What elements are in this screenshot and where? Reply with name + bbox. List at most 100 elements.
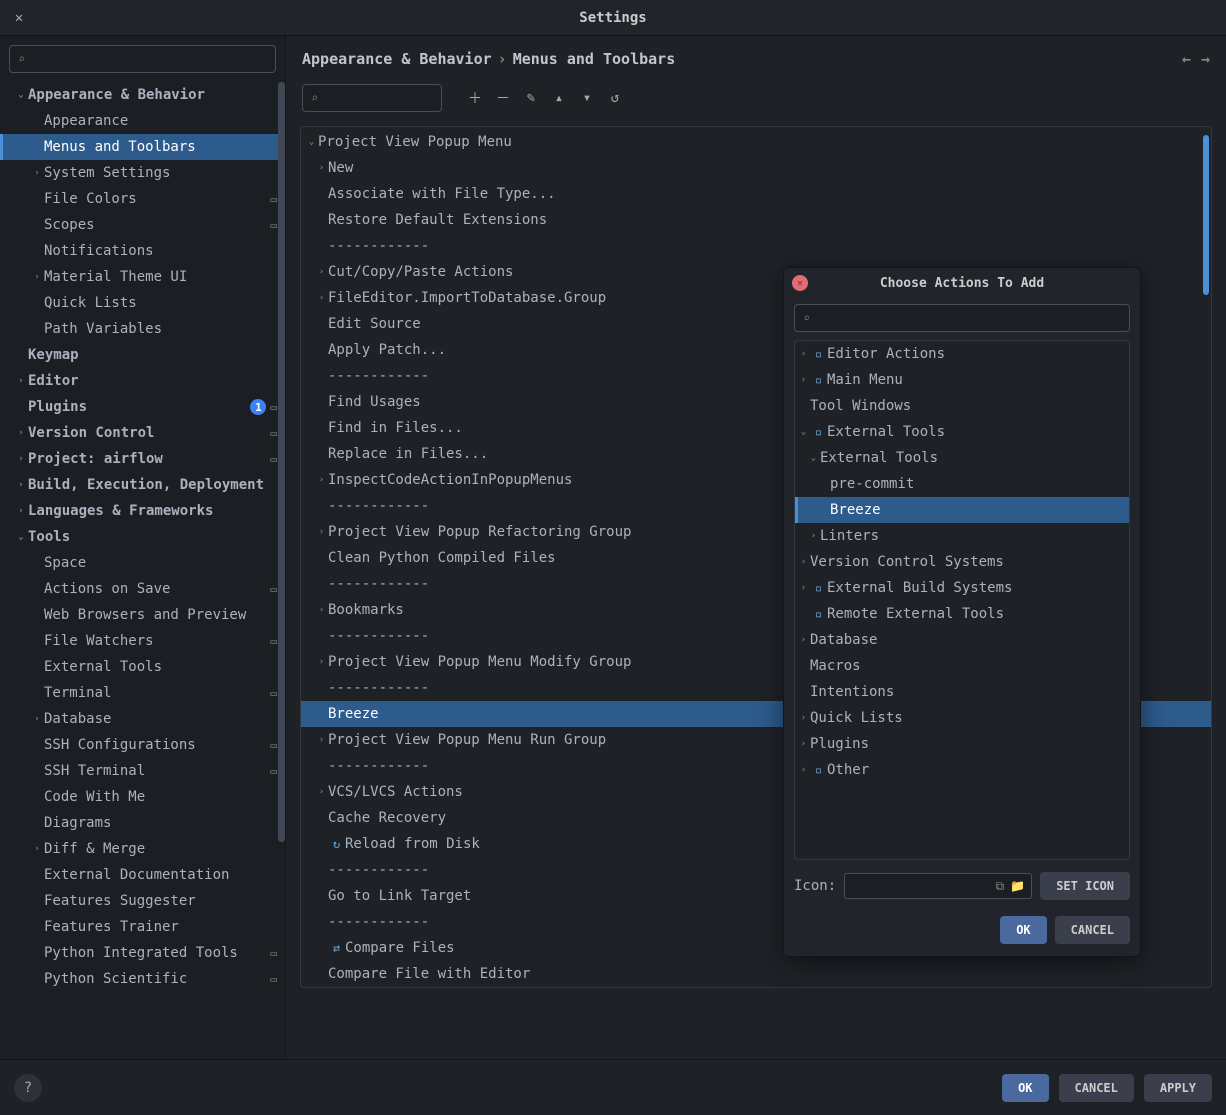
sidebar-item[interactable]: Quick Lists	[0, 290, 285, 316]
sidebar-item[interactable]: Keymap	[0, 342, 285, 368]
modal-close-icon[interactable]: ✕	[792, 275, 808, 291]
edit-action-button[interactable]: ✎	[520, 87, 542, 109]
close-icon[interactable]: ✕	[8, 7, 30, 29]
action-tree-item[interactable]: ›▫Main Menu	[795, 367, 1129, 393]
sidebar-item[interactable]: File Watchers▭	[0, 628, 285, 654]
menu-tree-item[interactable]: Compare File with Editor	[301, 961, 1211, 987]
window-title: Settings	[579, 10, 646, 26]
sidebar-scrollbar[interactable]	[278, 82, 285, 842]
settings-sidebar: ⌕ ⌄Appearance & BehaviorAppearanceMenus …	[0, 36, 286, 1059]
menu-item-label: FileEditor.ImportToDatabase.Group	[328, 290, 606, 306]
move-down-button[interactable]: ▾	[576, 87, 598, 109]
action-tree-item[interactable]: pre-commit	[795, 471, 1129, 497]
sidebar-item[interactable]: ⌄Appearance & Behavior	[0, 82, 285, 108]
sidebar-item[interactable]: Notifications	[0, 238, 285, 264]
sidebar-item[interactable]: ›Diff & Merge	[0, 836, 285, 862]
folder-icon[interactable]: 📁	[1010, 879, 1025, 893]
menu-search-input[interactable]: ⌕	[302, 84, 442, 112]
chevron-icon: ⌄	[14, 532, 28, 542]
action-tree-item[interactable]: ⌄▫External Tools	[795, 419, 1129, 445]
sidebar-item[interactable]: Space	[0, 550, 285, 576]
move-up-button[interactable]: ▴	[548, 87, 570, 109]
copy-icon[interactable]: ⧉	[996, 879, 1005, 894]
sidebar-item[interactable]: SSH Configurations▭	[0, 732, 285, 758]
action-tree-item[interactable]: ›Quick Lists	[795, 705, 1129, 731]
sidebar-item[interactable]: ⌄Tools	[0, 524, 285, 550]
reset-button[interactable]: ↺	[604, 87, 626, 109]
cancel-button[interactable]: CANCEL	[1059, 1074, 1134, 1102]
action-tree-item[interactable]: ›Version Control Systems	[795, 549, 1129, 575]
sidebar-item[interactable]: ›Build, Execution, Deployment	[0, 472, 285, 498]
sidebar-item-label: Scopes	[44, 217, 270, 233]
chevron-icon: ›	[797, 557, 810, 567]
sidebar-item[interactable]: Scopes▭	[0, 212, 285, 238]
action-tree-item[interactable]: Breeze	[795, 497, 1129, 523]
icon-input[interactable]: ⧉ 📁	[844, 873, 1032, 899]
action-tree-item[interactable]: ›▫Other	[795, 757, 1129, 783]
sidebar-item[interactable]: ›System Settings	[0, 160, 285, 186]
modal-search-input[interactable]: ⌕	[794, 304, 1130, 332]
remove-action-button[interactable]: －	[492, 87, 514, 109]
action-tree-item[interactable]: ›Database	[795, 627, 1129, 653]
sidebar-item[interactable]: Plugins1▭	[0, 394, 285, 420]
sidebar-item[interactable]: Menus and Toolbars	[0, 134, 285, 160]
sidebar-item[interactable]: ›Project: airflow▭	[0, 446, 285, 472]
sidebar-item[interactable]: ›Editor	[0, 368, 285, 394]
sidebar-item-label: Keymap	[28, 347, 285, 363]
add-action-button[interactable]: ＋	[464, 87, 486, 109]
action-tree-item[interactable]: ›Plugins	[795, 731, 1129, 757]
chevron-icon: ⌄	[305, 137, 318, 147]
sidebar-item[interactable]: SSH Terminal▭	[0, 758, 285, 784]
menu-scrollbar[interactable]	[1203, 135, 1209, 295]
action-tree-item[interactable]: Tool Windows	[795, 393, 1129, 419]
menu-tree-item[interactable]: Restore Default Extensions	[301, 207, 1211, 233]
sidebar-item[interactable]: Diagrams	[0, 810, 285, 836]
sidebar-item[interactable]: ›Material Theme UI	[0, 264, 285, 290]
set-icon-button[interactable]: SET ICON	[1040, 872, 1130, 900]
sidebar-item[interactable]: Actions on Save▭	[0, 576, 285, 602]
menu-tree-item[interactable]: ⌄Project View Popup Menu	[301, 129, 1211, 155]
action-tree-item[interactable]: ⌄External Tools	[795, 445, 1129, 471]
action-tree-item[interactable]: Intentions	[795, 679, 1129, 705]
ok-button[interactable]: OK	[1002, 1074, 1048, 1102]
chevron-icon: ›	[315, 657, 328, 667]
menu-item-label: ------------	[328, 368, 429, 384]
sidebar-item[interactable]: Path Variables	[0, 316, 285, 342]
sidebar-item[interactable]: Features Suggester	[0, 888, 285, 914]
menu-tree-item[interactable]: ›New	[301, 155, 1211, 181]
sidebar-item[interactable]: External Tools	[0, 654, 285, 680]
action-tree-item[interactable]: ▫Remote External Tools	[795, 601, 1129, 627]
menu-separator[interactable]: ------------	[301, 233, 1211, 259]
sidebar-search-input[interactable]: ⌕	[9, 45, 276, 73]
sidebar-item[interactable]: Code With Me	[0, 784, 285, 810]
sidebar-item[interactable]: Terminal▭	[0, 680, 285, 706]
modified-icon: ▭	[270, 427, 277, 440]
menu-item-label: ------------	[328, 914, 429, 930]
menu-tree-item[interactable]: Associate with File Type...	[301, 181, 1211, 207]
sidebar-item[interactable]: ›Languages & Frameworks	[0, 498, 285, 524]
modal-titlebar: ✕ Choose Actions To Add	[784, 268, 1140, 298]
sidebar-item[interactable]: Web Browsers and Preview	[0, 602, 285, 628]
action-item-label: Version Control Systems	[810, 554, 1004, 570]
chevron-icon: ›	[315, 735, 328, 745]
action-tree-item[interactable]: Macros	[795, 653, 1129, 679]
sidebar-item[interactable]: Python Integrated Tools▭	[0, 940, 285, 966]
action-tree-item[interactable]: ›▫Editor Actions	[795, 341, 1129, 367]
forward-icon[interactable]: →	[1201, 50, 1210, 68]
apply-button[interactable]: APPLY	[1144, 1074, 1212, 1102]
back-icon[interactable]: ←	[1182, 50, 1191, 68]
sidebar-item[interactable]: File Colors▭	[0, 186, 285, 212]
action-tree-item[interactable]: ›Linters	[795, 523, 1129, 549]
sidebar-item[interactable]: Features Trainer	[0, 914, 285, 940]
sidebar-item[interactable]: Python Scientific▭	[0, 966, 285, 992]
action-tree-item[interactable]: ›▫External Build Systems	[795, 575, 1129, 601]
modal-cancel-button[interactable]: CANCEL	[1055, 916, 1130, 944]
sidebar-item[interactable]: Appearance	[0, 108, 285, 134]
chevron-icon: ›	[14, 428, 28, 438]
sidebar-item[interactable]: ›Version Control▭	[0, 420, 285, 446]
help-button[interactable]: ?	[14, 1074, 42, 1102]
sidebar-item[interactable]: External Documentation	[0, 862, 285, 888]
chevron-icon: ›	[30, 272, 44, 282]
modal-ok-button[interactable]: OK	[1000, 916, 1046, 944]
sidebar-item[interactable]: ›Database	[0, 706, 285, 732]
